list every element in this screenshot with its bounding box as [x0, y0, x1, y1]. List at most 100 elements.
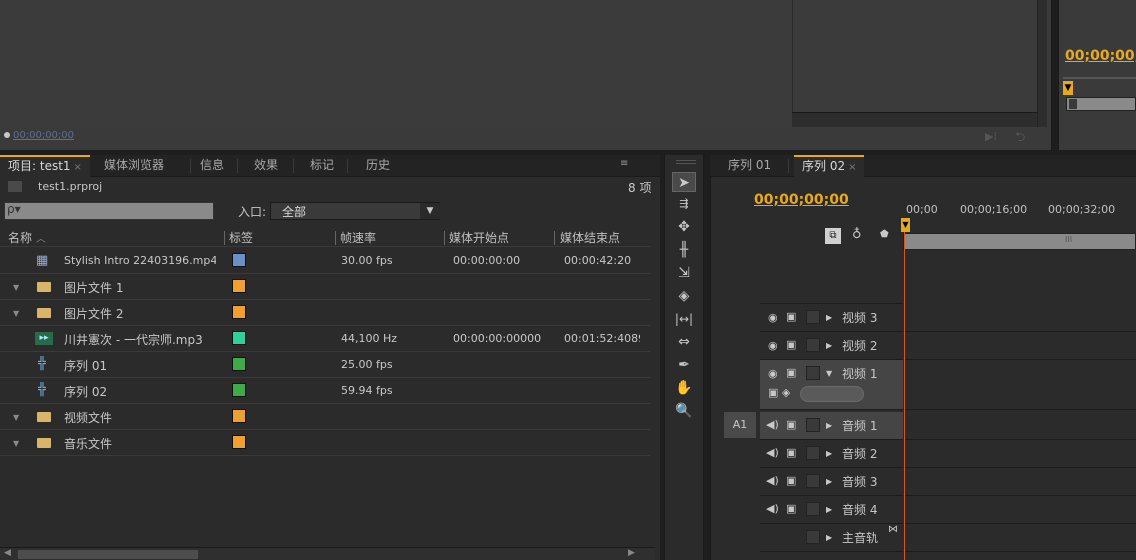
- track-header-audio-4[interactable]: ◀) ▣ ▶ 音频 4: [760, 496, 903, 524]
- expand-triangle-icon[interactable]: ▼: [13, 439, 19, 448]
- program-time-ruler[interactable]: [1063, 77, 1136, 79]
- expand-triangle-icon[interactable]: ▶: [826, 421, 832, 430]
- label-color-swatch[interactable]: [232, 331, 246, 345]
- expand-triangle-icon[interactable]: ▶: [826, 313, 832, 322]
- label-color-swatch[interactable]: [232, 435, 246, 449]
- track-header-audio-3[interactable]: ◀) ▣ ▶ 音频 3: [760, 468, 903, 496]
- film-icon[interactable]: ▣: [786, 418, 796, 431]
- track-header-video-1[interactable]: ◉ ▣ ▼ 视频 1: [760, 360, 903, 410]
- export-frame-icon[interactable]: ⮌: [1015, 128, 1025, 150]
- column-header-media-end[interactable]: 媒体结束点: [560, 229, 620, 246]
- add-marker-icon[interactable]: ♁: [852, 227, 862, 242]
- hand-tool-icon[interactable]: ✋: [672, 378, 696, 398]
- panel-menu-icon[interactable]: ≡: [620, 158, 628, 169]
- slip-tool-icon[interactable]: |↔|: [672, 309, 696, 329]
- track-header-audio-1[interactable]: ◀) ▣ ▶ 音频 1: [760, 412, 903, 440]
- rolling-edit-tool-icon[interactable]: ╫: [672, 240, 696, 260]
- tab-markers[interactable]: 标记: [302, 155, 342, 177]
- source-monitor-hscrollbar[interactable]: [792, 112, 1037, 127]
- panel-grip[interactable]: [676, 160, 696, 164]
- label-color-swatch[interactable]: [232, 357, 246, 371]
- tab-history[interactable]: 历史: [358, 155, 398, 177]
- film-icon[interactable]: ▣: [786, 338, 796, 351]
- expand-triangle-icon[interactable]: ▶: [826, 341, 832, 350]
- lock-toggle[interactable]: [806, 530, 820, 544]
- work-area-grip[interactable]: III: [1065, 235, 1072, 244]
- table-row[interactable]: ▸▸ 川井憲次 - 一代宗师.mp3 44,100 Hz 00:00:00:00…: [0, 326, 650, 352]
- column-header-name[interactable]: 名称 ︿: [8, 229, 46, 246]
- film-icon[interactable]: ▣: [786, 474, 796, 487]
- work-area-bar[interactable]: [903, 233, 1136, 250]
- tab-effects[interactable]: 效果: [246, 155, 286, 177]
- column-divider[interactable]: [335, 231, 336, 245]
- eye-icon[interactable]: ◉: [768, 311, 778, 324]
- playhead-line[interactable]: [904, 232, 905, 560]
- ripple-edit-tool-icon[interactable]: ✥: [672, 217, 696, 237]
- track-header-audio-2[interactable]: ◀) ▣ ▶ 音频 2: [760, 440, 903, 468]
- lock-toggle[interactable]: [806, 366, 820, 380]
- close-icon[interactable]: ×: [74, 162, 82, 173]
- track-lane-audio-2[interactable]: [905, 440, 1136, 468]
- source-monitor-vscrollbar[interactable]: [1037, 0, 1047, 127]
- track-lane-video-2[interactable]: [905, 332, 1136, 360]
- tab-sequence-01[interactable]: 序列 01: [720, 155, 779, 177]
- column-header-label[interactable]: 标签: [229, 229, 253, 246]
- expand-triangle-icon[interactable]: ▼: [13, 309, 19, 318]
- close-icon[interactable]: ×: [848, 162, 856, 173]
- lock-toggle[interactable]: [806, 310, 820, 324]
- play-in-to-out-icon[interactable]: ▶⁞: [985, 130, 997, 143]
- track-header-master[interactable]: ▶ 主音轨: [760, 524, 903, 552]
- label-color-swatch[interactable]: [232, 409, 246, 423]
- track-select-tool-icon[interactable]: ⇶: [672, 194, 696, 214]
- selection-tool-icon[interactable]: ➤: [672, 172, 696, 192]
- expand-triangle-icon[interactable]: ▶: [826, 505, 832, 514]
- slide-tool-icon[interactable]: ⇔: [672, 332, 696, 352]
- column-divider[interactable]: [444, 231, 445, 245]
- rate-stretch-tool-icon[interactable]: ⇲: [672, 263, 696, 283]
- track-lane-video-3[interactable]: [905, 304, 1136, 332]
- table-row[interactable]: ▦ Stylish Intro 22403196.mp4 30.00 fps 0…: [0, 248, 650, 274]
- expand-triangle-icon[interactable]: ▼: [13, 283, 19, 292]
- lock-toggle[interactable]: [806, 502, 820, 516]
- expand-triangle-icon[interactable]: ▶: [826, 477, 832, 486]
- table-row[interactable]: ▼ 图片文件 2: [0, 300, 650, 326]
- lock-toggle[interactable]: [806, 418, 820, 432]
- tab-info[interactable]: 信息: [192, 155, 232, 177]
- table-row[interactable]: ▼ 音乐文件: [0, 430, 650, 456]
- program-zoom-scrollbar[interactable]: [1066, 97, 1136, 111]
- scroll-thumb[interactable]: [18, 550, 198, 559]
- scroll-left-icon[interactable]: ◀: [4, 548, 11, 558]
- project-hscrollbar[interactable]: ◀ ▶: [0, 547, 655, 560]
- snap-icon[interactable]: ⧉: [825, 228, 841, 244]
- column-divider[interactable]: [554, 231, 555, 245]
- source-timecode[interactable]: 00;00;00;00: [4, 130, 74, 141]
- expand-triangle-icon[interactable]: ▼: [13, 413, 19, 422]
- keyframe-display-icon[interactable]: ▣ ◈: [768, 386, 790, 399]
- film-icon[interactable]: ▣: [786, 502, 796, 515]
- track-lane-master[interactable]: [905, 524, 1136, 552]
- label-color-swatch[interactable]: [232, 305, 246, 319]
- column-header-media-start[interactable]: 媒体开始点: [449, 229, 509, 246]
- table-row[interactable]: ╬ 序列 02 59.94 fps: [0, 378, 650, 404]
- track-lane-video-1[interactable]: [905, 360, 1136, 410]
- timeline-timecode[interactable]: 00;00;00;00: [754, 192, 849, 208]
- lock-toggle[interactable]: [806, 474, 820, 488]
- speaker-icon[interactable]: ◀): [766, 418, 779, 431]
- playhead-icon[interactable]: ▼: [901, 218, 910, 232]
- razor-tool-icon[interactable]: ◈: [672, 286, 696, 306]
- scroll-right-icon[interactable]: ▶: [628, 548, 635, 558]
- table-row[interactable]: ╬ 序列 01 25.00 fps: [0, 352, 650, 378]
- column-divider[interactable]: [224, 231, 225, 245]
- track-header-video-3[interactable]: ◉ ▣ ▶ 视频 3: [760, 304, 903, 332]
- eye-icon[interactable]: ◉: [768, 367, 778, 380]
- track-lane-audio-4[interactable]: [905, 496, 1136, 524]
- pen-tool-icon[interactable]: ✒: [672, 355, 696, 375]
- speaker-icon[interactable]: ◀): [766, 502, 779, 515]
- label-color-swatch[interactable]: [232, 279, 246, 293]
- lock-toggle[interactable]: [806, 446, 820, 460]
- chevron-down-icon[interactable]: ▼: [420, 203, 440, 219]
- expand-triangle-icon[interactable]: ▶: [826, 533, 832, 542]
- tab-project[interactable]: 项目: test1 ×: [0, 155, 90, 177]
- eye-icon[interactable]: ◉: [768, 339, 778, 352]
- track-lane-audio-3[interactable]: [905, 468, 1136, 496]
